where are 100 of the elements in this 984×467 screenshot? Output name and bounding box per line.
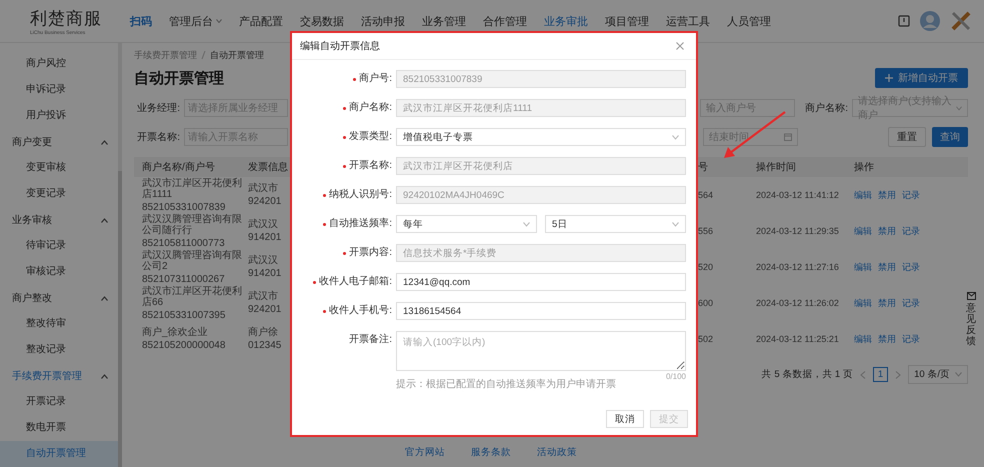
- add-button[interactable]: 新增自动开票: [875, 68, 968, 88]
- column-header: 号: [698, 161, 709, 174]
- sidebar-group[interactable]: 商户整改: [0, 285, 118, 311]
- select-field[interactable]: 增值税电子专票: [396, 128, 686, 146]
- sidebar-group[interactable]: 业务审核: [0, 207, 118, 233]
- dialog-button[interactable]: 取消: [606, 410, 644, 428]
- sidebar-item[interactable]: 待审记录: [0, 233, 118, 259]
- sidebar-item[interactable]: 申诉记录: [0, 77, 118, 103]
- column-header: 发票信息: [248, 160, 288, 174]
- dialog-title: 编辑自动开票信息: [300, 40, 380, 53]
- book-icon[interactable]: [898, 15, 910, 27]
- action-link[interactable]: 禁用: [878, 260, 896, 274]
- nav-item[interactable]: 项目管理: [605, 14, 649, 28]
- action-link[interactable]: 编辑: [854, 260, 872, 274]
- chevron-icon: [101, 218, 108, 222]
- action-link[interactable]: 记录: [902, 260, 920, 274]
- table-cell-text: 556: [698, 226, 714, 236]
- nav-item[interactable]: 交易数据: [300, 14, 344, 28]
- form-label: 收件人电子邮箱:: [300, 273, 396, 291]
- footer-link[interactable]: 服务条款: [471, 446, 511, 459]
- chevron-icon: [101, 140, 108, 144]
- close-icon[interactable]: [676, 42, 684, 50]
- time-cell-text: 2024-03-12 11:26:02: [756, 298, 840, 308]
- form-label: 开票名称:: [300, 157, 396, 175]
- action-link[interactable]: 编辑: [854, 296, 872, 310]
- sidebar-item[interactable]: 自动开票管理: [0, 441, 118, 467]
- action-link[interactable]: 编辑: [854, 332, 872, 346]
- caret-icon: [216, 19, 222, 23]
- select-field[interactable]: 5日: [545, 215, 686, 233]
- action-link[interactable]: 禁用: [878, 224, 896, 238]
- chevron-down-icon: [672, 134, 679, 140]
- page-size-select[interactable]: 10 条/页: [908, 365, 968, 384]
- action-link[interactable]: 禁用: [878, 332, 896, 346]
- next-page-icon[interactable]: [895, 370, 902, 378]
- sidebar-item[interactable]: 变更记录: [0, 181, 118, 207]
- logo-name: 利楚商服: [30, 8, 103, 30]
- form-label: 开票备注:: [348, 332, 393, 347]
- sidebar-item[interactable]: 变更审核: [0, 155, 118, 181]
- chevron-icon: [101, 374, 108, 378]
- sidebar-item[interactable]: 整改待审: [0, 311, 118, 337]
- chevron-down-icon: [672, 222, 679, 226]
- nav-item[interactable]: 运营工具: [666, 14, 710, 28]
- breadcrumb-item[interactable]: 手续费开票管理: [134, 48, 197, 62]
- page-number[interactable]: 1: [872, 367, 888, 382]
- table-cell-text: 520: [698, 262, 714, 272]
- merchant-number-cell-text: 852105811000773: [142, 238, 226, 248]
- sidebar-item[interactable]: 商户风控: [0, 51, 118, 77]
- merchant-number-cell-text: 852105331007395: [142, 310, 226, 320]
- nav-item[interactable]: 扫码: [130, 14, 152, 28]
- sidebar-item[interactable]: 数电开票: [0, 415, 118, 441]
- action-link[interactable]: 编辑: [854, 224, 872, 238]
- action-link[interactable]: 记录: [902, 332, 920, 346]
- nav-item[interactable]: 业务审批: [544, 14, 588, 28]
- nav-item[interactable]: 业务管理: [422, 14, 466, 28]
- sidebar-item[interactable]: 用户投诉: [0, 103, 118, 129]
- nav-item[interactable]: 产品配置: [239, 14, 283, 28]
- filter-label: 业务经理:: [136, 102, 180, 115]
- text-field[interactable]: 12341@qq.com: [396, 273, 686, 291]
- avatar-icon[interactable]: [920, 11, 940, 31]
- table-cell-text: 924201: [248, 304, 282, 315]
- sidebar-group[interactable]: 商户变更: [0, 129, 118, 155]
- page-title: 自动开票管理: [134, 68, 224, 88]
- nav-item[interactable]: 活动申报: [361, 14, 405, 28]
- action-link[interactable]: 禁用: [878, 188, 896, 202]
- nav-item[interactable]: 合作管理: [483, 14, 527, 28]
- calendar-icon: [784, 133, 792, 141]
- nav-item[interactable]: 人员管理: [727, 14, 771, 28]
- table-cell-text: 502: [698, 334, 714, 344]
- previous-page-icon[interactable]: [860, 370, 866, 378]
- action-link[interactable]: 编辑: [854, 188, 872, 202]
- reset-button[interactable]: 重置: [888, 127, 926, 147]
- breadcrumb-separator-icon: [202, 51, 206, 59]
- footer-link[interactable]: 官方网站: [405, 446, 445, 459]
- hint-text: 提示：根据已配置的自动推送频率为用户申请开票: [396, 379, 616, 390]
- sidebar-item[interactable]: 整改记录: [0, 337, 118, 363]
- table-cell-text: 武汉汉: [248, 255, 279, 266]
- filter-label: 开票名称:: [136, 131, 180, 144]
- select-field[interactable]: 每年: [396, 215, 537, 233]
- action-link[interactable]: 禁用: [878, 296, 896, 310]
- sidebar-item[interactable]: 开票记录: [0, 389, 118, 415]
- table-cell-text: 武汉市: [248, 183, 279, 194]
- action-link[interactable]: 记录: [902, 224, 920, 238]
- text-field[interactable]: 13186154564: [396, 302, 686, 320]
- form-label: 收件人手机号:: [300, 302, 396, 320]
- table-cell-text: 914201: [248, 268, 282, 279]
- tools-icon[interactable]: [950, 10, 972, 32]
- action-link[interactable]: 记录: [902, 188, 920, 202]
- table-cell-text: 商户徐: [248, 327, 279, 338]
- form-label: 商户号:: [300, 70, 396, 88]
- remark-textarea[interactable]: 请输入(100字以内): [396, 331, 686, 371]
- table-cell-text: 012345: [248, 340, 282, 351]
- merchant-name-cell-text: 武汉市江岸区开花便利店1111: [142, 178, 243, 200]
- nav-menu[interactable]: 管理后台: [169, 14, 222, 28]
- sidebar-group[interactable]: 手续费开票管理: [0, 363, 118, 389]
- chevron-down-icon: [523, 222, 530, 226]
- action-link[interactable]: 记录: [902, 296, 920, 310]
- character-counter: 0/100: [666, 372, 686, 381]
- sidebar-item[interactable]: 审核记录: [0, 259, 118, 285]
- footer-link[interactable]: 活动政策: [537, 446, 577, 459]
- search-button[interactable]: 查询: [932, 127, 968, 147]
